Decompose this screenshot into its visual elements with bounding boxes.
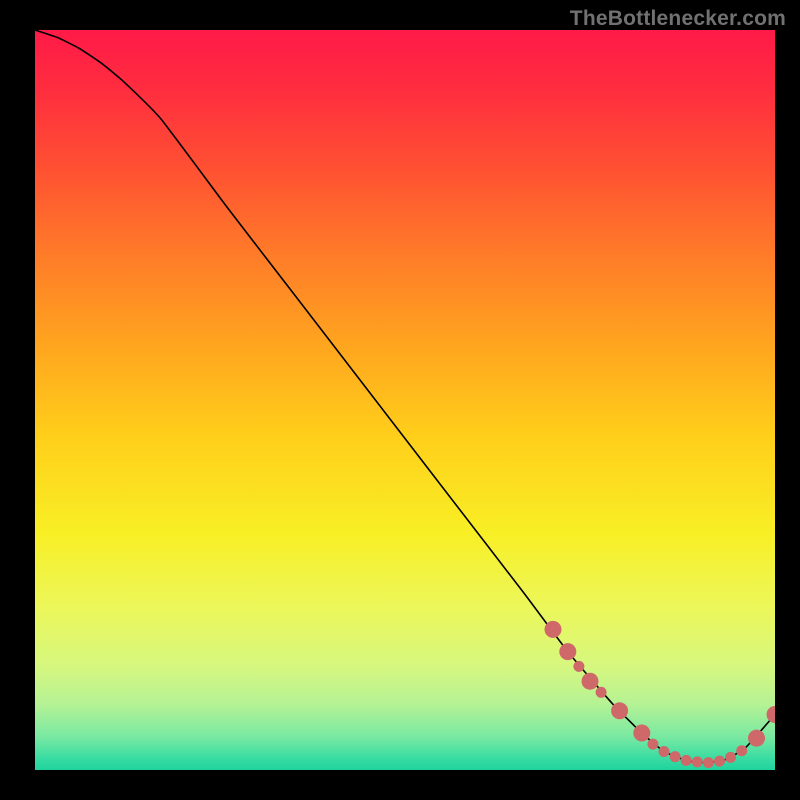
data-marker	[545, 621, 562, 638]
data-marker	[573, 661, 584, 672]
data-marker	[633, 725, 650, 742]
data-marker	[725, 752, 736, 763]
data-marker	[582, 673, 599, 690]
chart-stage: TheBottlenecker.com	[0, 0, 800, 800]
data-marker	[692, 756, 703, 767]
data-marker	[659, 746, 670, 757]
data-marker	[670, 751, 681, 762]
plot-area	[35, 30, 775, 770]
data-marker	[559, 643, 576, 660]
data-marker	[714, 756, 725, 767]
data-marker	[596, 687, 607, 698]
data-marker	[611, 702, 628, 719]
chart-svg	[35, 30, 775, 770]
data-marker	[681, 755, 692, 766]
data-marker	[647, 739, 658, 750]
watermark-text: TheBottlenecker.com	[570, 7, 786, 31]
data-marker	[748, 730, 765, 747]
data-marker	[703, 757, 714, 768]
gradient-background	[35, 30, 775, 770]
data-marker	[736, 745, 747, 756]
